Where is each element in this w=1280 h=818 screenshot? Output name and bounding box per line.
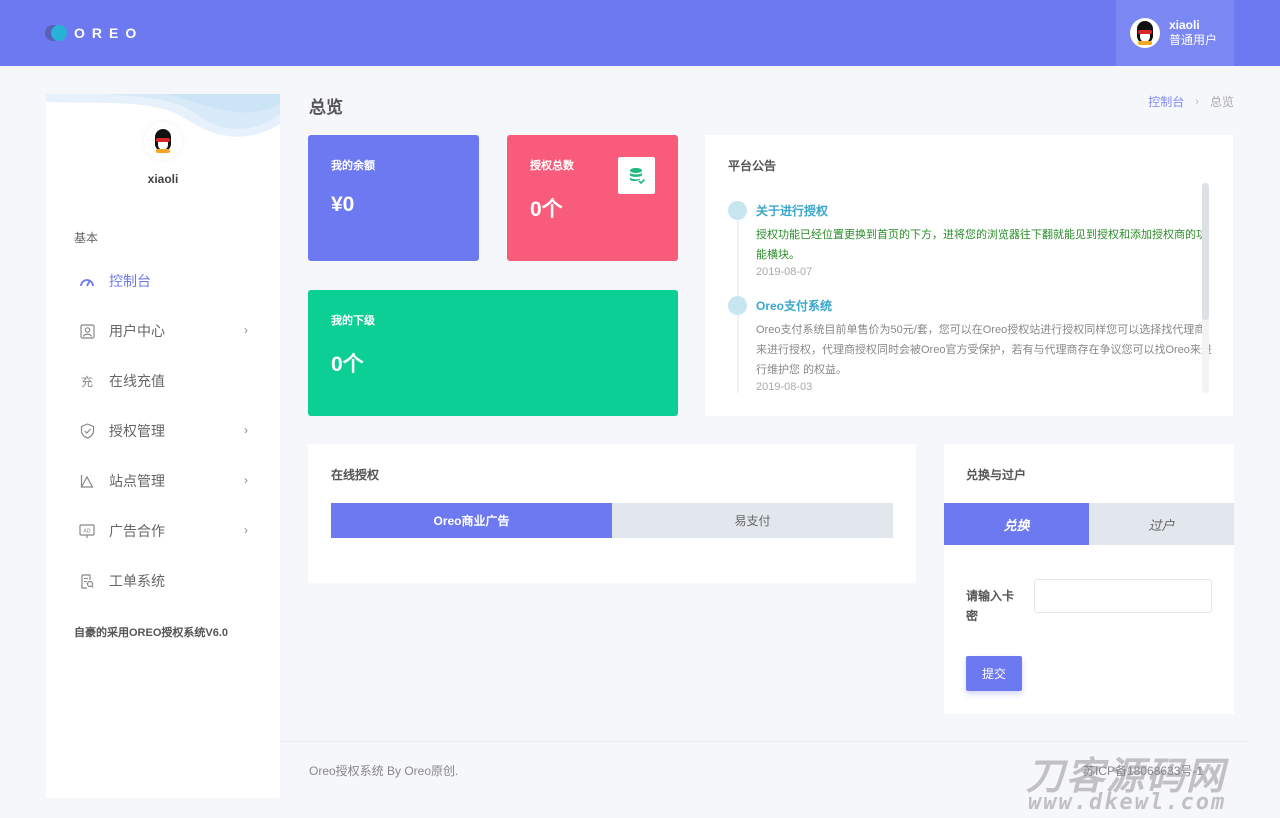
notice-timeline[interactable]: 关于进行授权 授权功能已经位置更换到首页的下方，进将您的浏览器往下翻就能见到授权… xyxy=(728,183,1213,393)
notice-title[interactable]: Oreo支付系统 xyxy=(756,278,1213,314)
notice-title[interactable]: 关于进行授权 xyxy=(756,183,1213,219)
footer-icp[interactable]: 苏ICP备18068633号-1 xyxy=(1083,762,1203,779)
online-auth-card: 在线授权 Oreo商业广告 易支付 xyxy=(308,444,916,583)
shield-check-icon xyxy=(78,422,96,440)
sidebar: xiaoli 基本 控制台 用户中心 › 充 在线充值 授权管理 › 站点管理 … xyxy=(46,94,280,798)
notice-body: 授权功能已经位置更换到首页的下方，进将您的浏览器往下翻就能见到授权和添加授权商的… xyxy=(756,229,1207,261)
card-key-label: 请输入卡密 xyxy=(966,589,1015,623)
svg-text:AD: AD xyxy=(83,528,90,534)
user-name: xiaoli xyxy=(1169,18,1200,32)
card-title: 在线授权 xyxy=(331,468,380,482)
footer-divider xyxy=(280,741,1248,742)
logo[interactable]: OREO xyxy=(45,24,143,42)
user-menu[interactable]: xiaoli 普通用户 xyxy=(1116,0,1234,66)
tab-epay[interactable]: 易支付 xyxy=(612,503,893,538)
ticket-document-icon xyxy=(78,572,96,590)
exchange-tabs: 兑换 过户 xyxy=(944,503,1234,545)
sidebar-item-label: 站点管理 xyxy=(109,473,165,489)
sidebar-user-name: xiaoli xyxy=(147,172,179,186)
tab-oreo-ads[interactable]: Oreo商业广告 xyxy=(331,503,612,538)
sidebar-item-recharge[interactable]: 充 在线充值 xyxy=(46,356,280,406)
card-key-input[interactable] xyxy=(1034,579,1212,613)
submit-button[interactable]: 提交 xyxy=(966,656,1022,691)
footer-copyright: Oreo授权系统 By Oreo原创. xyxy=(309,764,459,778)
penguin-avatar-icon xyxy=(1135,21,1155,45)
breadcrumb: 控制台 › 总览 xyxy=(1148,93,1234,110)
sidebar-item-label: 广告合作 xyxy=(109,523,165,539)
stat-value: 0个 xyxy=(530,198,563,221)
logo-text: OREO xyxy=(74,25,144,41)
notice-date: 2019-08-07 xyxy=(756,266,813,278)
timeline-dot-icon xyxy=(728,201,747,220)
database-check-icon xyxy=(629,167,645,184)
timeline-dot-icon xyxy=(728,296,747,315)
sidebar-item-dashboard[interactable]: 控制台 xyxy=(46,256,280,306)
recharge-char-icon: 充 xyxy=(80,374,93,389)
site-triangle-icon xyxy=(78,472,96,490)
breadcrumb-current: 总览 xyxy=(1209,95,1234,109)
online-auth-tabs: Oreo商业广告 易支付 xyxy=(331,503,893,538)
chevron-right-icon: › xyxy=(244,523,248,537)
avatar xyxy=(1130,18,1160,48)
dashboard-gauge-icon xyxy=(78,272,96,290)
chevron-right-icon: › xyxy=(244,423,248,437)
notice-scrollbar[interactable] xyxy=(1202,183,1209,393)
notice-item: 关于进行授权 授权功能已经位置更换到首页的下方，进将您的浏览器往下翻就能见到授权… xyxy=(728,183,1213,278)
menu-section-label: 基本 xyxy=(74,231,99,245)
sidebar-item-label: 授权管理 xyxy=(109,423,165,439)
watermark-url: www.dkewl.com xyxy=(1028,790,1227,815)
watermark: 刀客源码网 www.dkewl.com xyxy=(1020,745,1280,818)
page-title: 总览 xyxy=(309,98,343,117)
logo-icon xyxy=(45,24,71,42)
stat-badge xyxy=(618,157,655,194)
sidebar-item-label: 控制台 xyxy=(109,273,151,289)
tab-transfer[interactable]: 过户 xyxy=(1089,503,1234,545)
notice-date: 2019-08-03 xyxy=(756,381,813,393)
user-card-icon xyxy=(78,322,96,340)
penguin-avatar-icon xyxy=(153,129,173,153)
subordinates-stat-card: 我的下级 0个 xyxy=(308,290,678,416)
sidebar-item-user-center[interactable]: 用户中心 › xyxy=(46,306,280,356)
auth-total-stat-card: 授权总数 0个 xyxy=(507,135,678,261)
sidebar-item-auth-management[interactable]: 授权管理 › xyxy=(46,406,280,456)
sidebar-item-ad-cooperation[interactable]: AD 广告合作 › xyxy=(46,506,280,556)
stat-label: 我的下级 xyxy=(331,315,375,327)
stat-label: 我的余额 xyxy=(331,160,375,172)
balance-stat-card: 我的余额 ¥0 xyxy=(308,135,479,261)
sidebar-footer-text: 自豪的采用OREO授权系统V6.0 xyxy=(74,627,229,639)
sidebar-menu: 控制台 用户中心 › 充 在线充值 授权管理 › 站点管理 › AD 广告合作 … xyxy=(46,256,280,606)
platform-notice-card: 平台公告 关于进行授权 授权功能已经位置更换到首页的下方，进将您的浏览器往下翻就… xyxy=(705,135,1233,416)
card-title: 兑换与过户 xyxy=(966,468,1027,482)
chevron-right-icon: › xyxy=(244,473,248,487)
stat-value: 0个 xyxy=(331,353,364,376)
sidebar-item-label: 在线充值 xyxy=(109,373,165,389)
notice-item: Oreo支付系统 Oreo支付系统目前单售价为50元/套，您可以在Oreo授权站… xyxy=(728,278,1213,393)
sidebar-item-label: 工单系统 xyxy=(109,573,165,589)
card-title: 平台公告 xyxy=(728,159,777,173)
chevron-right-icon: › xyxy=(244,323,248,337)
sidebar-avatar xyxy=(144,122,182,160)
sidebar-item-site-management[interactable]: 站点管理 › xyxy=(46,456,280,506)
breadcrumb-link-dashboard[interactable]: 控制台 xyxy=(1148,93,1184,110)
user-role: 普通用户 xyxy=(1169,33,1218,47)
notice-body: Oreo支付系统目前单售价为50元/套，您可以在Oreo授权站进行授权同样您可以… xyxy=(756,324,1212,376)
sidebar-item-ticket-system[interactable]: 工单系统 xyxy=(46,556,280,606)
exchange-transfer-card: 兑换与过户 兑换 过户 请输入卡密 提交 xyxy=(944,444,1234,714)
breadcrumb-separator-icon: › xyxy=(1195,95,1199,108)
stat-value: ¥0 xyxy=(331,193,355,216)
ad-screen-icon: AD xyxy=(78,522,96,540)
sidebar-item-label: 用户中心 xyxy=(109,323,165,339)
scrollbar-thumb[interactable] xyxy=(1202,183,1209,320)
tab-exchange[interactable]: 兑换 xyxy=(944,503,1089,545)
top-navbar: OREO xiaoli 普通用户 xyxy=(0,0,1280,66)
